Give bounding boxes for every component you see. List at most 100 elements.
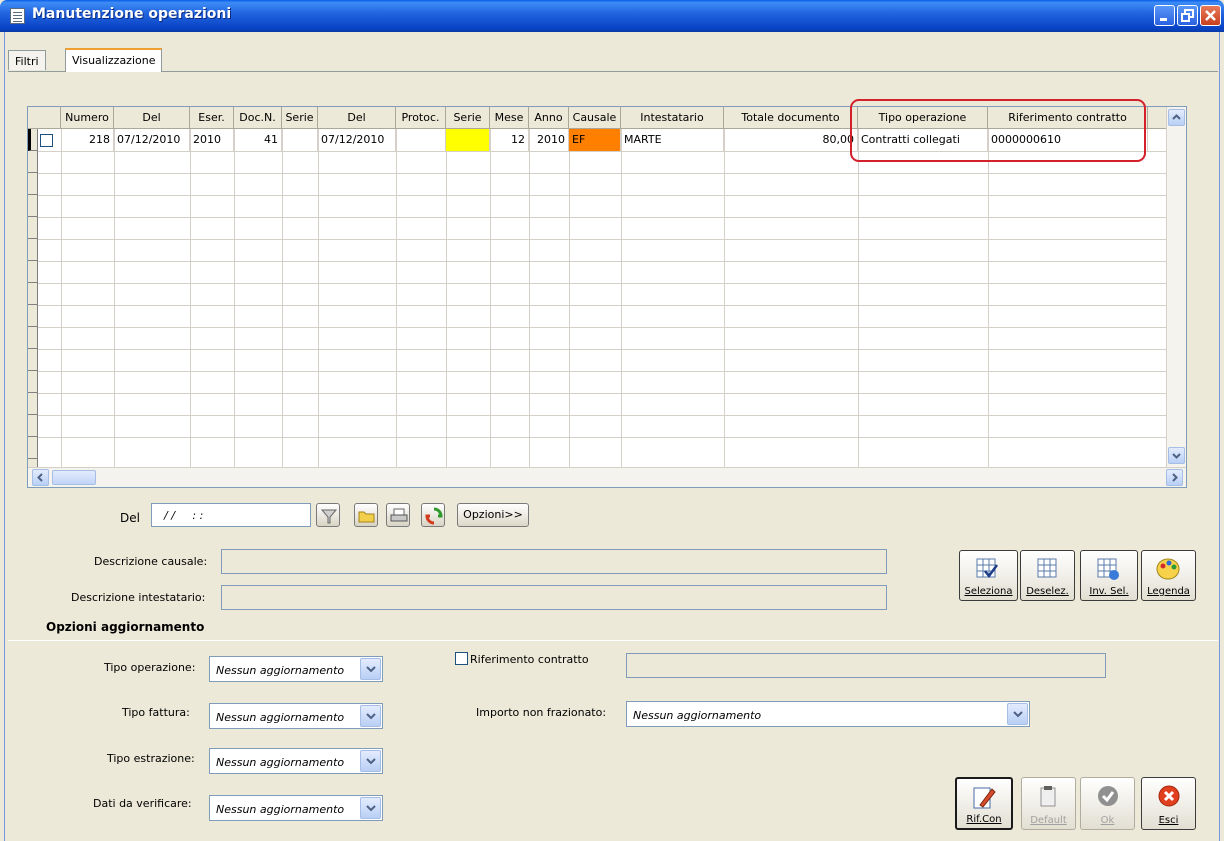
header-del-2[interactable]: Del: [318, 107, 396, 129]
rif-con-label: Rif.Con: [966, 814, 1002, 825]
header-doc-n[interactable]: Doc.N.: [234, 107, 282, 129]
importo-non-frazionato-value: Nessun aggiornamento: [633, 709, 762, 722]
horizontal-scroll-thumb[interactable]: [52, 470, 96, 485]
filter-button[interactable]: [316, 503, 340, 527]
scroll-up-button[interactable]: [1168, 109, 1185, 126]
descrizione-intestatario-label: Descrizione intestatario:: [71, 591, 206, 604]
close-button[interactable]: [1200, 5, 1221, 26]
tab-visualizzazione[interactable]: Visualizzazione: [65, 48, 163, 72]
importo-non-frazionato-select[interactable]: Nessun aggiornamento: [626, 701, 1030, 727]
chevron-left-icon: [37, 473, 43, 482]
cell-totale-documento: 80,00: [724, 129, 858, 151]
folder-icon: [358, 511, 375, 523]
chevron-up-icon: [1172, 114, 1181, 120]
header-eser[interactable]: Eser.: [190, 107, 234, 129]
importo-dropdown-button[interactable]: [1007, 703, 1028, 725]
tab-filtri[interactable]: Filtri: [8, 50, 46, 70]
close-icon: [1205, 10, 1216, 21]
header-causale[interactable]: Causale: [569, 107, 621, 129]
header-totale-documento[interactable]: Totale documento: [724, 107, 858, 129]
esci-button[interactable]: Esci: [1141, 777, 1196, 830]
opzioni-button[interactable]: Opzioni>>: [457, 503, 529, 527]
highlight-annotation: [850, 99, 1146, 162]
inv-sel-label: Inv. Sel.: [1089, 586, 1129, 597]
opzioni-aggiornamento-title: Opzioni aggiornamento: [46, 620, 205, 634]
tipo-estrazione-dropdown-button[interactable]: [360, 750, 381, 772]
operations-grid[interactable]: Numero Del Eser. Doc.N. Serie Del Protoc…: [27, 106, 1187, 488]
tipo-fattura-value: Nessun aggiornamento: [216, 711, 345, 724]
inv-sel-button[interactable]: Inv. Sel.: [1080, 550, 1138, 601]
cell-anno: 2010: [529, 129, 569, 151]
section-divider: [8, 640, 1218, 641]
header-mese[interactable]: Mese: [490, 107, 529, 129]
cell-serie: [282, 129, 318, 151]
scroll-right-button[interactable]: [1166, 469, 1183, 486]
default-button[interactable]: Default: [1021, 777, 1076, 830]
header-protoc[interactable]: Protoc.: [396, 107, 446, 129]
scroll-left-button[interactable]: [32, 469, 49, 486]
legenda-button[interactable]: Legenda: [1141, 550, 1196, 601]
minimize-icon: [1160, 18, 1167, 21]
del-date-value: / / : :: [164, 509, 204, 522]
chevron-down-icon: [366, 713, 376, 720]
seleziona-label: Seleziona: [964, 586, 1013, 597]
vertical-scrollbar[interactable]: [1166, 107, 1186, 467]
header-anno[interactable]: Anno: [529, 107, 569, 129]
open-folder-button[interactable]: [354, 503, 378, 527]
refresh-button[interactable]: [421, 503, 445, 527]
grid-empty-icon: [1037, 558, 1057, 578]
descrizione-causale-field: [221, 549, 887, 574]
tipo-fattura-dropdown-button[interactable]: [360, 705, 381, 727]
riferimento-contratto-field: [626, 653, 1106, 678]
restore-button[interactable]: [1177, 5, 1198, 26]
header-serie-2[interactable]: Serie: [446, 107, 490, 129]
edit-document-icon: [973, 787, 996, 809]
header-intestatario[interactable]: Intestatario: [621, 107, 724, 129]
clipboard-icon: [1040, 786, 1056, 807]
grid-invert-icon: [1097, 558, 1119, 580]
grid-check-icon: [976, 558, 999, 579]
tipo-fattura-label: Tipo fattura:: [122, 706, 190, 719]
restore-icon: [1181, 9, 1194, 22]
chevron-down-icon: [1013, 711, 1023, 718]
tipo-operazione-select[interactable]: Nessun aggiornamento: [209, 656, 383, 682]
cell-protoc: [396, 129, 446, 151]
scroll-down-button[interactable]: [1168, 447, 1185, 464]
palette-icon: [1156, 558, 1180, 580]
riferimento-contratto-label: Riferimento contratto: [470, 653, 589, 666]
funnel-icon: [320, 509, 338, 524]
minimize-button[interactable]: [1154, 5, 1175, 26]
chevron-right-icon: [1172, 473, 1178, 482]
tipo-operazione-label: Tipo operazione:: [104, 661, 196, 674]
importo-non-frazionato-label: Importo non frazionato:: [476, 706, 607, 719]
header-numero[interactable]: Numero: [61, 107, 114, 129]
chevron-down-icon: [366, 666, 376, 673]
cell-doc-n: 41: [234, 129, 282, 151]
deselez-label: Deselez.: [1026, 586, 1069, 597]
ok-button[interactable]: Ok: [1080, 777, 1135, 830]
ok-label: Ok: [1100, 815, 1115, 826]
header-del[interactable]: Del: [114, 107, 190, 129]
descrizione-intestatario-field: [221, 585, 887, 610]
rif-con-button[interactable]: Rif.Con: [955, 777, 1013, 830]
tipo-operazione-value: Nessun aggiornamento: [216, 664, 345, 677]
tipo-estrazione-label: Tipo estrazione:: [107, 752, 195, 765]
tipo-operazione-dropdown-button[interactable]: [360, 658, 381, 680]
del-date-input[interactable]: / / : :: [151, 503, 311, 527]
riferimento-contratto-checkbox[interactable]: [455, 652, 468, 665]
header-serie[interactable]: Serie: [282, 107, 318, 129]
window-title: Manutenzione operazioni: [32, 6, 232, 22]
seleziona-button[interactable]: Seleziona: [959, 550, 1018, 601]
horizontal-scrollbar[interactable]: [28, 467, 1186, 487]
dati-da-verificare-select[interactable]: Nessun aggiornamento: [209, 795, 383, 821]
print-button[interactable]: [386, 503, 410, 527]
row-select-checkbox[interactable]: [40, 134, 53, 147]
tipo-estrazione-select[interactable]: Nessun aggiornamento: [209, 748, 383, 774]
tipo-fattura-select[interactable]: Nessun aggiornamento: [209, 703, 383, 729]
dati-da-verificare-dropdown-button[interactable]: [360, 797, 381, 819]
deselez-button[interactable]: Deselez.: [1020, 550, 1075, 601]
cell-numero: 218: [61, 129, 114, 151]
close-circle-icon: [1158, 785, 1180, 807]
chevron-down-icon: [366, 805, 376, 812]
default-label: Default: [1030, 815, 1067, 826]
